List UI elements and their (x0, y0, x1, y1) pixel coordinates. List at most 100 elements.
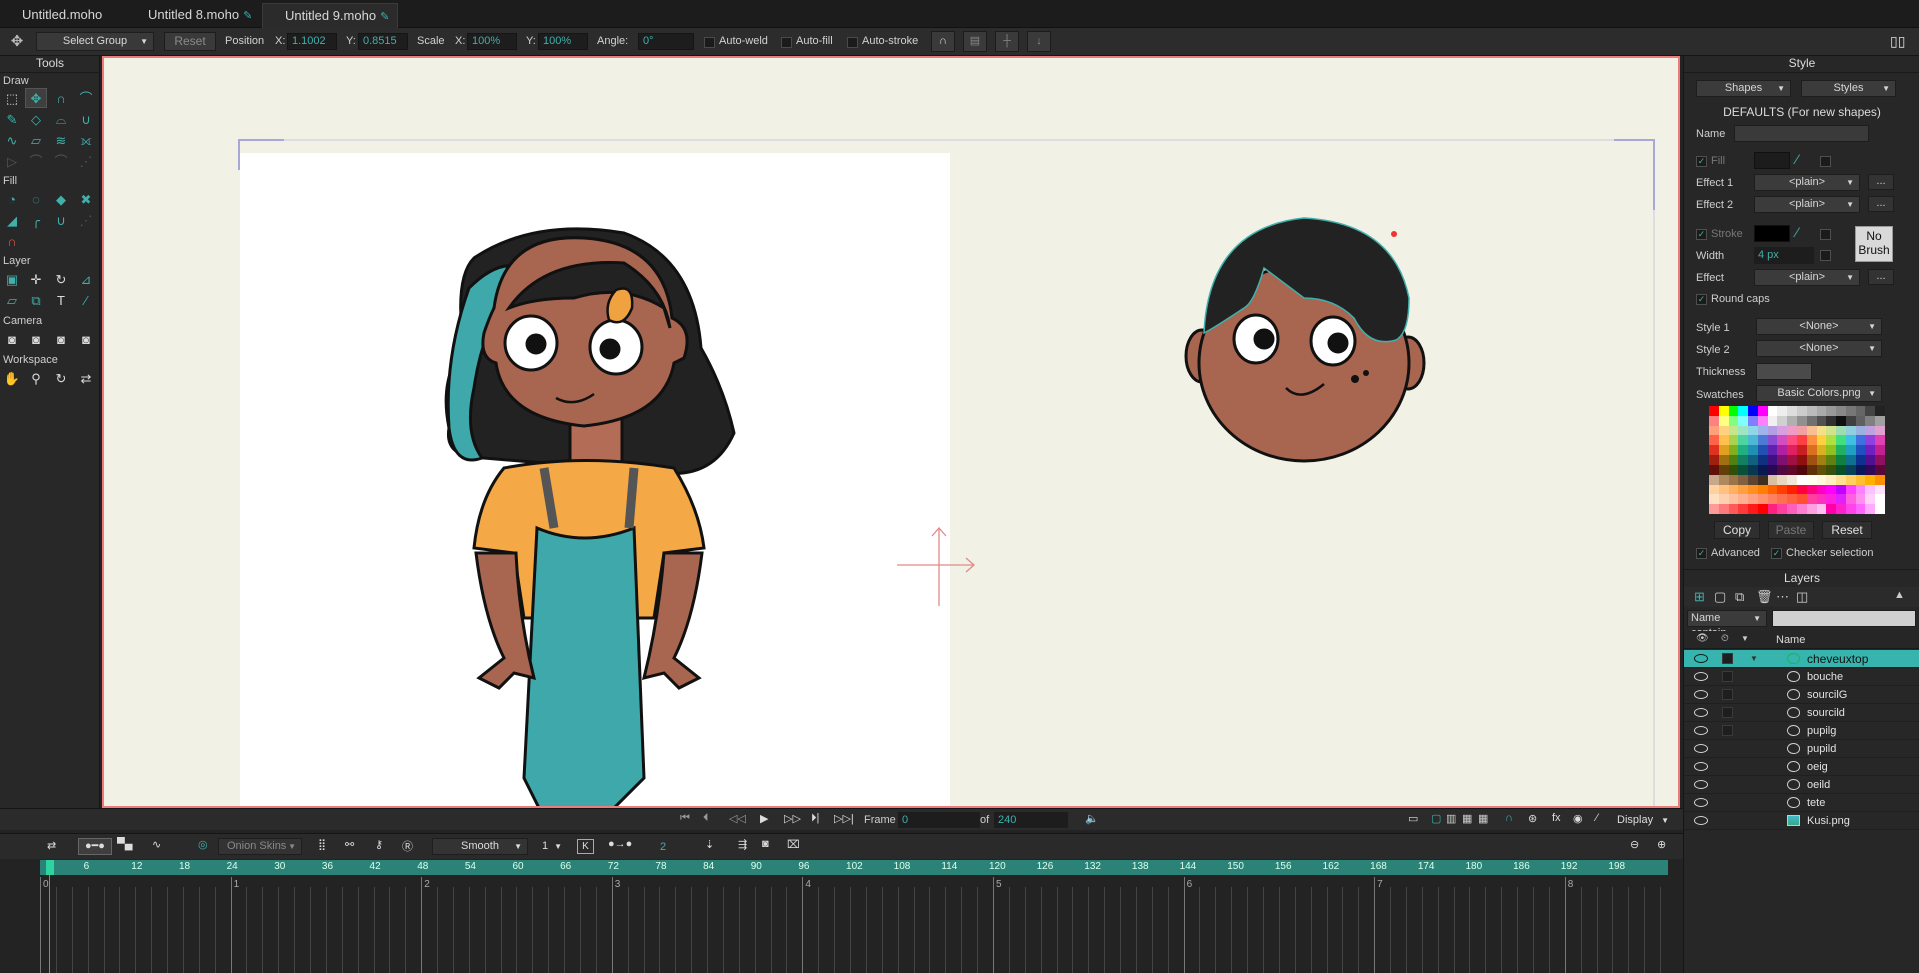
color-swatch[interactable] (1757, 504, 1768, 514)
color-swatch[interactable] (1767, 455, 1778, 465)
color-swatch[interactable] (1836, 474, 1846, 485)
color-swatch[interactable] (1757, 445, 1768, 456)
color-swatch[interactable] (1787, 415, 1797, 426)
color-swatch[interactable] (1816, 494, 1827, 505)
layer-settings-icon[interactable]: ◫ (1796, 589, 1808, 605)
color-swatch[interactable] (1757, 464, 1768, 475)
duplicate-layer-icon[interactable]: ⧉ (1735, 589, 1744, 605)
color-swatch[interactable] (1728, 445, 1739, 456)
color-swatch[interactable] (1728, 435, 1739, 446)
delete-shape-icon[interactable]: ✖ (75, 189, 97, 209)
color-swatch[interactable] (1855, 406, 1866, 416)
color-swatch[interactable] (1865, 474, 1876, 485)
rewind-icon[interactable]: ⏮ (680, 812, 690, 825)
stroke-color-swatch[interactable] (1754, 225, 1790, 242)
color-swatch[interactable] (1845, 435, 1856, 446)
color-swatch[interactable] (1826, 455, 1837, 465)
perspective-points-icon[interactable]: ⟗ (75, 130, 97, 150)
color-swatch[interactable] (1748, 445, 1758, 456)
layer-row[interactable]: pupild (1684, 740, 1919, 758)
color-swatch[interactable] (1777, 445, 1788, 456)
color-swatch[interactable] (1718, 455, 1729, 465)
line-width-icon[interactable]: ◢ (1, 210, 23, 230)
color-swatch[interactable] (1845, 494, 1856, 505)
color-swatch[interactable] (1738, 435, 1749, 446)
roll-camera-icon[interactable]: ◙ (50, 329, 72, 349)
create-shape-icon[interactable]: ◌ (25, 189, 47, 209)
layer-color-tag[interactable] (1722, 671, 1733, 682)
color-swatch[interactable] (1718, 435, 1729, 446)
grid-view-icon[interactable]: ▦ (1478, 812, 1488, 825)
brush-display-icon[interactable]: ⁄ (1596, 812, 1598, 824)
color-swatch[interactable] (1767, 504, 1778, 514)
color-swatch[interactable] (1826, 484, 1837, 495)
quad-view-icon[interactable]: ▦ (1462, 812, 1472, 825)
color-swatch[interactable] (1738, 415, 1749, 426)
color-swatch[interactable] (1748, 504, 1758, 514)
fill-swap-checkbox[interactable] (1820, 156, 1831, 167)
blob-brush-icon[interactable]: ⌓ (50, 109, 72, 129)
thickness-field[interactable] (1756, 363, 1812, 380)
color-swatch[interactable] (1826, 415, 1837, 426)
effect-dropdown[interactable]: <plain> ▼ (1754, 269, 1860, 286)
position-x-field[interactable]: 1.1002 (287, 33, 337, 50)
color-swatch[interactable] (1865, 406, 1876, 416)
color-swatch[interactable] (1738, 425, 1749, 436)
onion-display-icon[interactable]: ⊛ (1528, 812, 1537, 825)
text-tool-icon[interactable]: T (50, 290, 72, 310)
key-button[interactable]: K (577, 839, 594, 854)
stroke-eyedropper-icon[interactable]: ⁄ (1796, 224, 1798, 240)
layer-row[interactable]: sourcilG (1684, 686, 1919, 704)
color-swatch[interactable] (1826, 406, 1837, 416)
camera-keys-icon[interactable]: ◙ (762, 838, 769, 850)
copy-keys-icon[interactable]: ⇶ (738, 838, 747, 851)
canvas-viewport[interactable] (102, 56, 1680, 808)
snap-mode-icon[interactable]: ↓ (1027, 31, 1051, 52)
color-swatch[interactable] (1875, 435, 1885, 446)
color-swatch[interactable] (1865, 415, 1876, 426)
curvature-icon[interactable]: ⌒ (75, 88, 97, 108)
color-swatch[interactable] (1796, 504, 1807, 514)
name-field[interactable] (1734, 125, 1869, 142)
stroke-checkbox[interactable]: ✓ (1696, 229, 1707, 240)
color-swatch[interactable] (1709, 484, 1719, 495)
color-swatch[interactable] (1787, 494, 1797, 505)
color-swatch[interactable] (1757, 455, 1768, 465)
color-swatch[interactable] (1875, 445, 1885, 456)
layer-filter-input[interactable] (1772, 610, 1916, 627)
visibility-eye-icon[interactable] (1694, 816, 1708, 825)
color-swatch[interactable] (1806, 484, 1817, 495)
color-swatch[interactable] (1738, 494, 1749, 505)
color-swatch[interactable] (1728, 406, 1739, 416)
effect2-dropdown[interactable]: <plain> ▼ (1754, 196, 1860, 213)
shear-layer-icon[interactable]: ⊿ (75, 269, 97, 289)
color-swatch[interactable] (1728, 464, 1739, 475)
color-swatch[interactable] (1806, 445, 1817, 456)
book-icon[interactable]: ▯▯ (1890, 33, 1910, 50)
auto-fill-checkbox[interactable] (781, 37, 792, 48)
layer-settings-icon[interactable]: ▣ (1, 269, 23, 289)
color-swatch[interactable] (1748, 435, 1758, 446)
single-view-icon[interactable]: ▢ (1431, 812, 1441, 825)
color-swatch[interactable] (1836, 415, 1846, 426)
color-swatch[interactable] (1718, 406, 1729, 416)
color-swatch[interactable] (1826, 474, 1837, 485)
layer-filter-dropdown[interactable]: Name contain...▼ (1687, 610, 1767, 639)
color-swatch[interactable] (1738, 474, 1749, 485)
color-swatch[interactable] (1865, 504, 1876, 514)
layer-row[interactable]: oeild (1684, 776, 1919, 794)
layer-row[interactable]: oeig (1684, 758, 1919, 776)
color-swatch[interactable] (1796, 445, 1807, 456)
scale-y-field[interactable]: 100% (538, 33, 588, 50)
color-swatch[interactable] (1816, 425, 1827, 436)
color-swatch[interactable] (1796, 415, 1807, 426)
color-swatch[interactable] (1855, 504, 1866, 514)
expand-arrow-icon[interactable]: ▼ (1750, 654, 1758, 663)
color-swatch[interactable] (1855, 445, 1866, 456)
color-swatch[interactable] (1709, 425, 1719, 436)
effect1-dropdown[interactable]: <plain> ▼ (1754, 174, 1860, 191)
color-swatch[interactable] (1836, 435, 1846, 446)
color-swatch[interactable] (1865, 464, 1876, 475)
color-swatch[interactable] (1845, 445, 1856, 456)
curve-display-icon[interactable]: ∩ (1505, 812, 1513, 824)
